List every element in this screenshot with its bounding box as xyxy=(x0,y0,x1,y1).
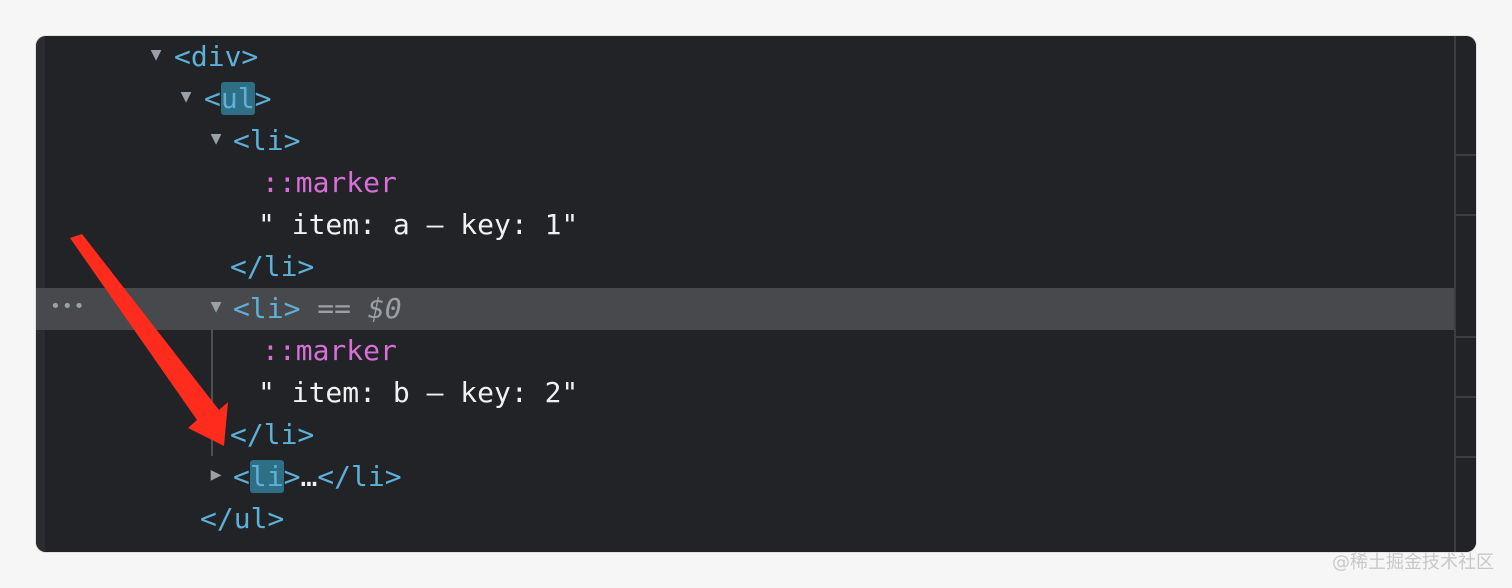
pane-divider xyxy=(1456,396,1476,398)
more-options-icon[interactable]: ••• xyxy=(50,288,86,326)
console-ref-label: $0 xyxy=(367,292,402,325)
tree-row-li-3-collapsed[interactable]: ▶ <li>…</li> xyxy=(36,456,1454,498)
tree-row-ul[interactable]: ▼ <ul> xyxy=(36,78,1454,120)
ul-close-tag: </ul> xyxy=(200,502,285,535)
devtools-elements-panel: ▼ <div> ▼ <ul> ▼ <li> ::marker " item: a… xyxy=(36,36,1476,552)
pane-divider xyxy=(1456,214,1476,216)
li-2-marker: ::marker xyxy=(262,334,397,367)
styles-pane-edge[interactable] xyxy=(1454,36,1476,552)
li-2-open-tag: <li> == $0 xyxy=(233,292,402,325)
li-2-close-tag: </li> xyxy=(230,418,315,451)
li-3-collapsed-tag: <li>…</li> xyxy=(233,460,402,493)
expand-triangle-down-icon[interactable]: ▼ xyxy=(146,36,166,78)
expand-triangle-down-icon[interactable]: ▼ xyxy=(206,288,226,330)
div-open-tag: <div> xyxy=(174,40,259,73)
pane-divider xyxy=(1456,456,1476,458)
expand-triangle-right-icon[interactable]: ▶ xyxy=(206,456,226,498)
pane-divider xyxy=(1456,154,1476,156)
expand-triangle-down-icon[interactable]: ▼ xyxy=(176,78,196,120)
tree-row-div[interactable]: ▼ <div> xyxy=(36,36,1454,78)
tree-row-li-1[interactable]: ▼ <li> xyxy=(36,120,1454,162)
li-1-text-node: " item: a – key: 1" xyxy=(258,208,579,241)
tree-row-li-1-text[interactable]: " item: a – key: 1" xyxy=(36,204,1454,246)
tree-row-li-1-marker[interactable]: ::marker xyxy=(36,162,1454,204)
tree-row-li-1-close[interactable]: </li> xyxy=(36,246,1454,288)
collapsed-ellipsis[interactable]: … xyxy=(300,460,317,493)
li-1-open-tag: <li> xyxy=(233,124,301,157)
watermark: @稀土掘金技术社区 xyxy=(1332,552,1494,573)
ul-open-tag: <ul> xyxy=(204,82,272,115)
tree-row-ul-close[interactable]: </ul> xyxy=(36,498,1454,540)
ul-tag-name: ul xyxy=(220,82,255,115)
pane-divider xyxy=(1456,336,1476,338)
tree-row-li-2-close[interactable]: </li> xyxy=(36,414,1454,456)
selection-guide-line xyxy=(211,330,213,456)
dom-tree: ▼ <div> ▼ <ul> ▼ <li> ::marker " item: a… xyxy=(36,36,1454,552)
li-2-text-node: " item: b – key: 2" xyxy=(258,376,579,409)
li-1-marker: ::marker xyxy=(262,166,397,199)
li-1-close-tag: </li> xyxy=(230,250,315,283)
tree-row-li-2-text[interactable]: " item: b – key: 2" xyxy=(36,372,1454,414)
expand-triangle-down-icon[interactable]: ▼ xyxy=(206,120,226,162)
li-3-tag-name: li xyxy=(249,460,284,493)
tree-row-li-2-marker[interactable]: ::marker xyxy=(36,330,1454,372)
tree-row-li-2-selected[interactable]: ••• ▼ <li> == $0 xyxy=(36,288,1454,330)
console-ref-equals: == xyxy=(317,292,352,325)
